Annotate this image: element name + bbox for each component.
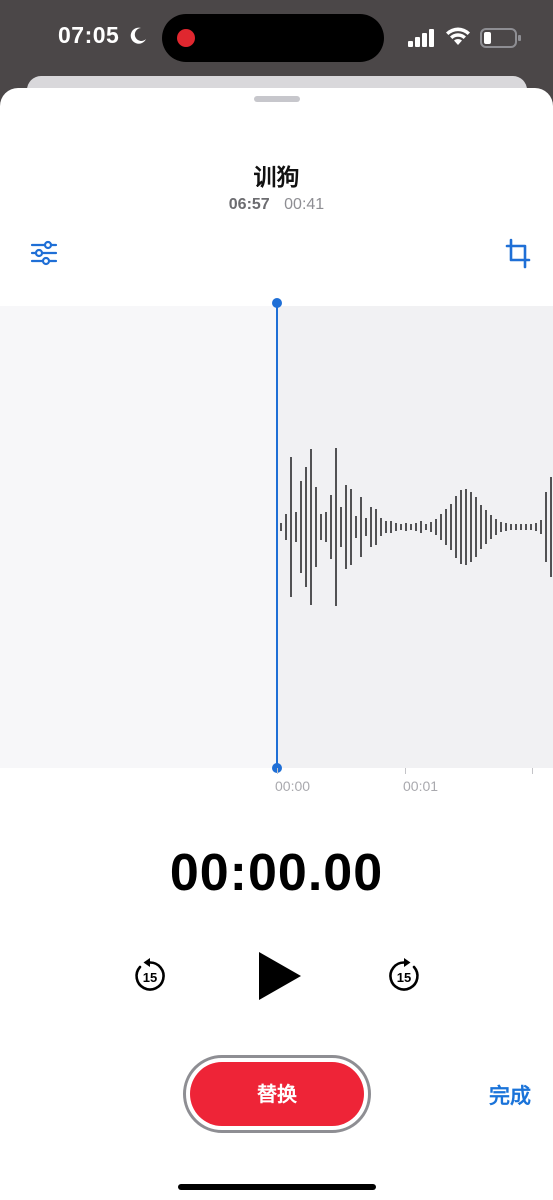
home-indicator[interactable] [178, 1184, 376, 1190]
timeline-tick-mark [277, 768, 278, 774]
playhead-top-handle[interactable] [272, 298, 282, 308]
sheet-grabber[interactable] [254, 96, 300, 102]
recording-meta: 06:57 00:41 [0, 196, 553, 214]
recording-duration: 00:41 [284, 196, 325, 213]
waveform-area[interactable] [277, 306, 553, 768]
skip-back-label: 15 [143, 970, 157, 985]
status-time: 07:05 [58, 22, 120, 48]
done-button[interactable]: 完成 [480, 1080, 540, 1110]
timeline-ruler: 00:00 00:01 [275, 768, 553, 798]
voice-memos-screen: 07:05 训狗 06:57 00:41 00:00 00:01 00:00.0… [0, 0, 553, 1200]
wifi-icon [446, 27, 470, 45]
waveform-recorded-region [0, 306, 277, 768]
skip-back-15-icon[interactable]: 15 [131, 957, 169, 995]
replace-button[interactable]: 替换 [190, 1062, 364, 1126]
skip-forward-label: 15 [397, 970, 411, 985]
signal-icon [408, 29, 434, 47]
waveform [280, 448, 552, 606]
recording-time-of-day: 06:57 [228, 196, 270, 213]
settings-sliders-icon[interactable] [30, 239, 58, 267]
timeline-tick-mark [405, 768, 406, 774]
recording-title[interactable]: 训狗 [0, 158, 553, 192]
play-icon[interactable] [255, 950, 303, 1002]
elapsed-timer: 00:00.00 [169, 844, 384, 902]
recording-indicator-icon [177, 29, 195, 47]
dynamic-island[interactable] [162, 14, 384, 62]
edit-recording-sheet: 训狗 06:57 00:41 00:00 00:01 00:00.00 15 1… [0, 88, 553, 1200]
moon-icon [130, 27, 146, 44]
battery-icon [480, 28, 521, 48]
timeline-tick-0: 00:00 [275, 778, 311, 794]
trim-icon[interactable] [505, 238, 531, 270]
playhead[interactable] [276, 302, 278, 768]
timeline-tick-mark [532, 768, 533, 774]
skip-forward-15-icon[interactable]: 15 [385, 957, 423, 995]
timeline-tick-1: 00:01 [403, 778, 439, 794]
status-bar: 07:05 [0, 0, 553, 76]
